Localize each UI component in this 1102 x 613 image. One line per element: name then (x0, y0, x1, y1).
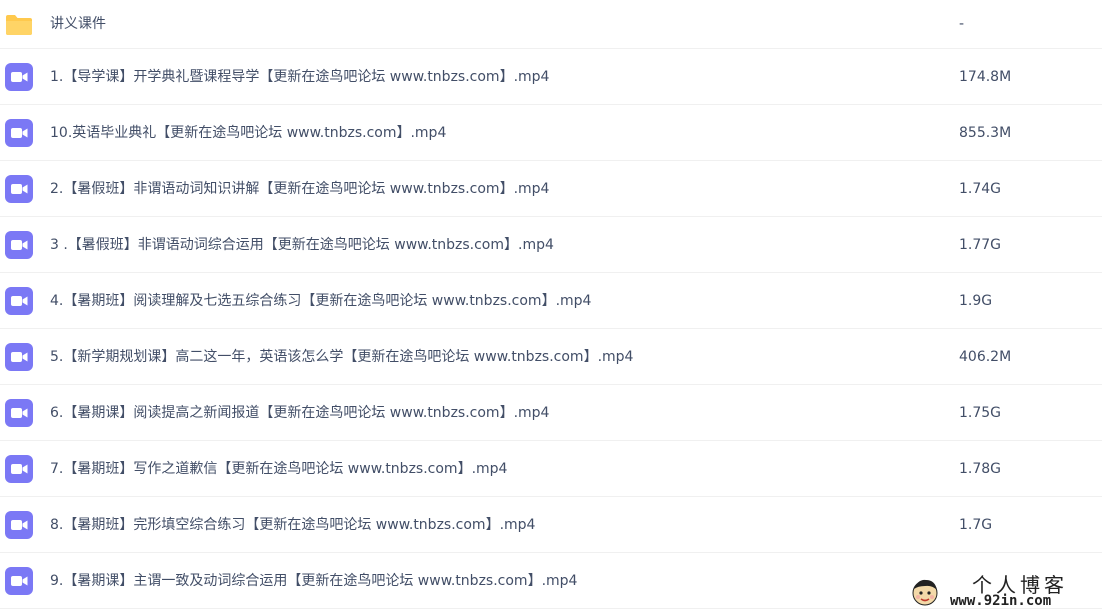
file-row[interactable]: 3 .【暑假班】非谓语动词综合运用【更新在途鸟吧论坛 www.tnbzs.com… (0, 217, 1102, 273)
file-size: - (959, 16, 965, 32)
file-name[interactable]: 2.【暑假班】非谓语动词知识讲解【更新在途鸟吧论坛 www.tnbzs.com】… (50, 180, 549, 198)
video-file-icon (4, 174, 34, 204)
video-file-icon (4, 62, 34, 92)
file-name[interactable]: 8.【暑期班】完形填空综合练习【更新在途鸟吧论坛 www.tnbzs.com】.… (50, 516, 535, 534)
file-name[interactable]: 5.【新学期规划课】高二这一年，英语该怎么学【更新在途鸟吧论坛 www.tnbz… (50, 348, 633, 366)
folder-icon-graphic (6, 15, 32, 35)
watermark-url: www.92in.com (950, 593, 1052, 609)
file-row-folder[interactable]: 讲义课件 - (0, 0, 1102, 49)
file-row[interactable]: 7.【暑期班】写作之道歉信【更新在途鸟吧论坛 www.tnbzs.com】.mp… (0, 441, 1102, 497)
file-size: 1.74G (959, 180, 1002, 197)
video-file-icon (4, 454, 34, 484)
file-name[interactable]: 9.【暑期课】主谓一致及动词综合运用【更新在途鸟吧论坛 www.tnbzs.co… (50, 572, 577, 590)
folder-icon (4, 9, 34, 39)
file-row[interactable]: 5.【新学期规划课】高二这一年，英语该怎么学【更新在途鸟吧论坛 www.tnbz… (0, 329, 1102, 385)
file-row[interactable]: 8.【暑期班】完形填空综合练习【更新在途鸟吧论坛 www.tnbzs.com】.… (0, 497, 1102, 553)
file-name[interactable]: 4.【暑期班】阅读理解及七选五综合练习【更新在途鸟吧论坛 www.tnbzs.c… (50, 292, 591, 310)
file-size: 406.2M (959, 348, 1012, 365)
file-name[interactable]: 7.【暑期班】写作之道歉信【更新在途鸟吧论坛 www.tnbzs.com】.mp… (50, 460, 507, 478)
file-size: 1.9G (959, 292, 993, 309)
file-size: 1.75G (959, 404, 1002, 421)
video-file-icon (4, 230, 34, 260)
video-file-icon (4, 286, 34, 316)
video-file-icon (4, 398, 34, 428)
file-row[interactable]: 1.【导学课】开学典礼暨课程导学【更新在途鸟吧论坛 www.tnbzs.com】… (0, 49, 1102, 105)
file-name[interactable]: 10.英语毕业典礼【更新在途鸟吧论坛 www.tnbzs.com】.mp4 (50, 124, 446, 142)
file-row[interactable]: 6.【暑期课】阅读提高之新闻报道【更新在途鸟吧论坛 www.tnbzs.com】… (0, 385, 1102, 441)
file-row[interactable]: 4.【暑期班】阅读理解及七选五综合练习【更新在途鸟吧论坛 www.tnbzs.c… (0, 273, 1102, 329)
video-file-icon (4, 342, 34, 372)
file-size: 174.8M (959, 68, 1012, 85)
video-file-icon (4, 510, 34, 540)
cartoon-avatar-icon (910, 577, 940, 607)
file-name[interactable]: 3 .【暑假班】非谓语动词综合运用【更新在途鸟吧论坛 www.tnbzs.com… (50, 236, 554, 254)
file-name[interactable]: 6.【暑期课】阅读提高之新闻报道【更新在途鸟吧论坛 www.tnbzs.com】… (50, 404, 549, 422)
video-file-icon (4, 566, 34, 596)
file-size: 1.7G (959, 516, 993, 533)
file-name[interactable]: 讲义课件 (50, 15, 106, 33)
file-size: 1.77G (959, 236, 1002, 253)
file-list: 讲义课件 - 1.【导学课】开学典礼暨课程导学【更新在途鸟吧论坛 www.tnb… (0, 0, 1102, 609)
file-row[interactable]: 2.【暑假班】非谓语动词知识讲解【更新在途鸟吧论坛 www.tnbzs.com】… (0, 161, 1102, 217)
file-row[interactable]: 10.英语毕业典礼【更新在途鸟吧论坛 www.tnbzs.com】.mp4 85… (0, 105, 1102, 161)
file-size: 1.78G (959, 460, 1002, 477)
file-size: 855.3M (959, 124, 1012, 141)
blog-watermark: 个人博客 www.92in.com (908, 571, 1098, 611)
file-name[interactable]: 1.【导学课】开学典礼暨课程导学【更新在途鸟吧论坛 www.tnbzs.com】… (50, 68, 549, 86)
video-file-icon (4, 118, 34, 148)
